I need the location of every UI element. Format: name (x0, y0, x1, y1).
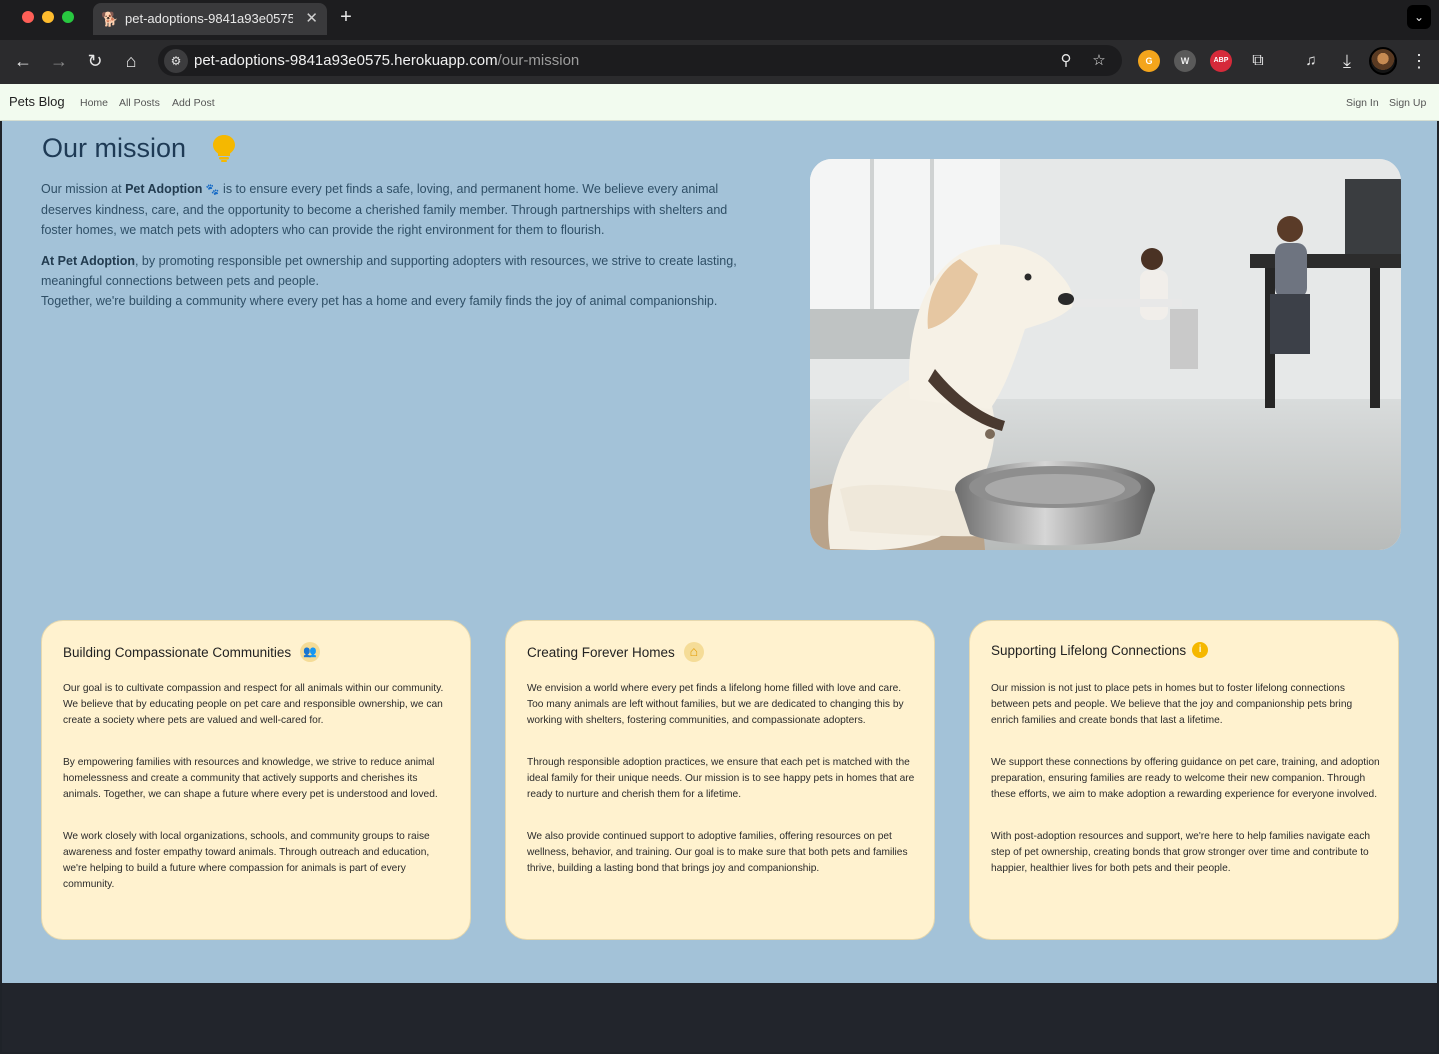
page-footer (2, 983, 1437, 1052)
card-body: We envision a world where every pet find… (527, 681, 917, 903)
mission-text: Our mission at (41, 182, 126, 196)
mission-org-name: At Pet Adoption (41, 254, 135, 268)
browser-toolbar: ← → ↻ ⌂ ⚙ pet-adoptions-9841a93e0575.her… (0, 40, 1439, 84)
page-title: Our mission (42, 133, 187, 163)
browser-tab-bar: 🐕 pet-adoptions-9841a93e0575.herokuapp.c… (0, 0, 1439, 40)
media-control-icon[interactable]: ♫ (1300, 50, 1322, 72)
back-arrow-icon[interactable]: ← (12, 50, 34, 72)
site-navbar: Pets Blog Home All Posts Add Post Sign I… (0, 84, 1439, 121)
extension-g-icon[interactable]: G (1138, 50, 1160, 72)
zoom-icon[interactable]: ⚲ (1056, 51, 1076, 71)
forward-arrow-icon[interactable]: → (48, 50, 70, 72)
card-paragraph: We work closely with local organizations… (63, 831, 430, 890)
dog-favicon-icon: 🐕 (101, 11, 119, 27)
nav-link-add-post[interactable]: Add Post (172, 97, 215, 109)
sign-up-link[interactable]: Sign Up (1389, 97, 1426, 109)
card-body: Our goal is to cultivate compassion and … (63, 681, 453, 919)
url-host: pet-adoptions-9841a93e0575.herokuapp.com (194, 52, 498, 69)
card-title-text: Building Compassionate Communities (63, 644, 292, 660)
mission-text: , by promoting responsible pet ownership… (41, 254, 737, 288)
card-paragraph: Through responsible adoption practices, … (527, 757, 915, 800)
nav-link-all-posts[interactable]: All Posts (119, 97, 160, 109)
url-path: /our-mission (497, 52, 580, 69)
info-icon: i (1192, 642, 1209, 658)
card-title-text: Supporting Lifelong Connections (991, 642, 1187, 658)
mission-section: Our mission Our mission at Pet Adoption … (2, 121, 1437, 983)
mission-paragraph-2: At Pet Adoption, by promoting responsibl… (41, 251, 761, 311)
extensions-puzzle-icon[interactable]: ⧉ (1247, 50, 1269, 72)
paw-icon: 🐾 (205, 184, 220, 196)
card-title: Creating Forever Homes ⌂ (527, 642, 704, 662)
dog-photo (810, 159, 1401, 550)
download-icon[interactable]: ⤓ (1336, 50, 1358, 72)
adblock-icon[interactable]: ABP (1210, 50, 1232, 72)
dog-illustration (810, 159, 1401, 550)
card-forever-homes: Creating Forever Homes ⌂ We envision a w… (505, 620, 935, 940)
nav-link-home[interactable]: Home (80, 97, 108, 109)
card-lifelong-connections: Supporting Lifelong Connections i Our mi… (969, 620, 1399, 940)
mission-org-name: Pet Adoption (125, 182, 203, 196)
home-icon: ⌂ (683, 642, 704, 662)
bookmark-star-icon[interactable]: ☆ (1089, 51, 1109, 71)
card-title: Supporting Lifelong Connections i (991, 642, 1209, 658)
site-info-icon[interactable]: ⚙ (164, 49, 188, 73)
extension-w-icon[interactable]: W (1174, 50, 1196, 72)
url-text[interactable]: pet-adoptions-9841a93e0575.herokuapp.com… (194, 52, 579, 70)
card-paragraph: We support these connections by offering… (991, 757, 1380, 800)
window-minimize-button[interactable] (42, 11, 54, 23)
card-paragraph: We also provide continued support to ado… (527, 831, 908, 874)
card-paragraph: With post-adoption resources and support… (991, 831, 1371, 874)
address-bar[interactable]: ⚙ pet-adoptions-9841a93e0575.herokuapp.c… (158, 45, 1122, 76)
card-paragraph: We envision a world where every pet find… (527, 683, 904, 726)
browser-menu-icon[interactable]: ⋮ (1408, 50, 1430, 72)
mission-intro: Our mission at Pet Adoption 🐾 is to ensu… (41, 179, 761, 322)
tab-title: pet-adoptions-9841a93e0575.herokuapp.com… (125, 11, 293, 26)
card-paragraph: By empowering families with resources an… (63, 757, 438, 800)
mission-text: Together, we're building a community whe… (41, 294, 718, 308)
new-tab-button[interactable]: + (335, 6, 357, 28)
tab-search-chevron-icon[interactable]: ⌄ (1407, 5, 1431, 29)
card-body: Our mission is not just to place pets in… (991, 681, 1381, 903)
card-paragraph: Our goal is to cultivate compassion and … (63, 683, 444, 726)
people-icon: 👥 (300, 642, 321, 662)
reload-icon[interactable]: ↻ (84, 50, 106, 72)
browser-tab[interactable]: 🐕 pet-adoptions-9841a93e0575.herokuapp.c… (93, 3, 327, 35)
sign-in-link[interactable]: Sign In (1346, 97, 1379, 109)
card-title: Building Compassionate Communities 👥 (63, 642, 321, 662)
window-close-button[interactable] (22, 11, 34, 23)
tab-close-icon[interactable]: ✕ (305, 10, 318, 28)
profile-avatar[interactable] (1369, 47, 1397, 75)
mission-paragraph-1: Our mission at Pet Adoption 🐾 is to ensu… (41, 179, 761, 240)
home-icon[interactable]: ⌂ (120, 50, 142, 72)
brand-link[interactable]: Pets Blog (9, 94, 65, 109)
card-compassionate-communities: Building Compassionate Communities 👥 Our… (41, 620, 471, 940)
card-title-text: Creating Forever Homes (527, 644, 675, 660)
window-zoom-button[interactable] (62, 11, 74, 23)
lightbulb-icon (213, 135, 235, 162)
card-paragraph: Our mission is not just to place pets in… (991, 683, 1353, 726)
